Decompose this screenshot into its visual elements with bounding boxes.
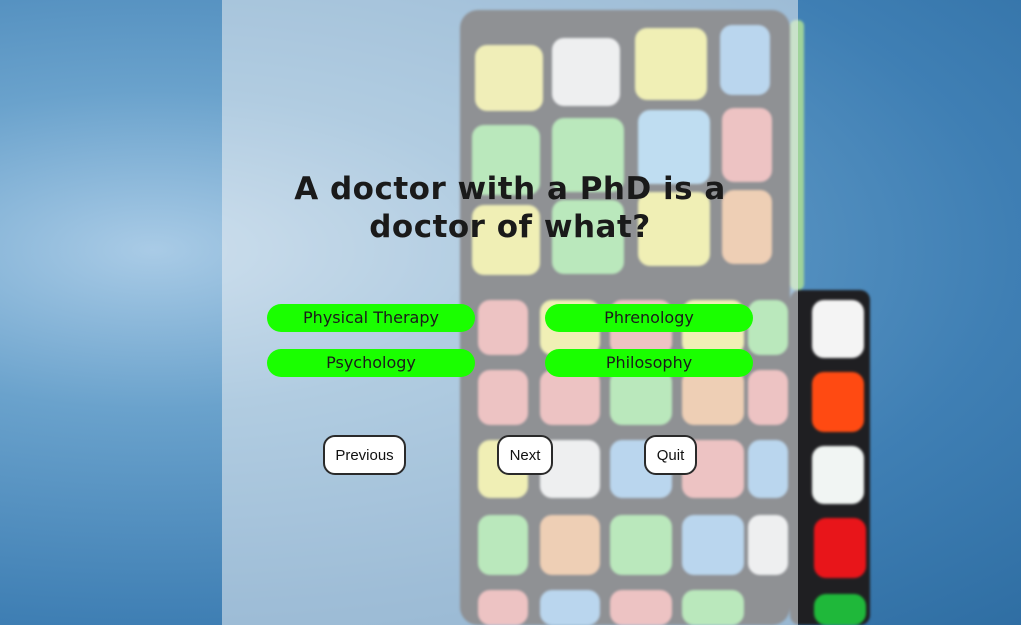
previous-button[interactable]: Previous — [323, 435, 406, 475]
quit-button[interactable]: Quit — [644, 435, 697, 475]
answer-physical-therapy-button[interactable]: Physical Therapy — [267, 304, 475, 332]
answer-psychology-button[interactable]: Psychology — [267, 349, 475, 377]
question-text: A doctor with a PhD is a doctor of what? — [294, 171, 726, 245]
next-button[interactable]: Next — [497, 435, 553, 475]
answer-philosophy-button[interactable]: Philosophy — [545, 349, 753, 377]
answer-phrenology-button[interactable]: Phrenology — [545, 304, 753, 332]
